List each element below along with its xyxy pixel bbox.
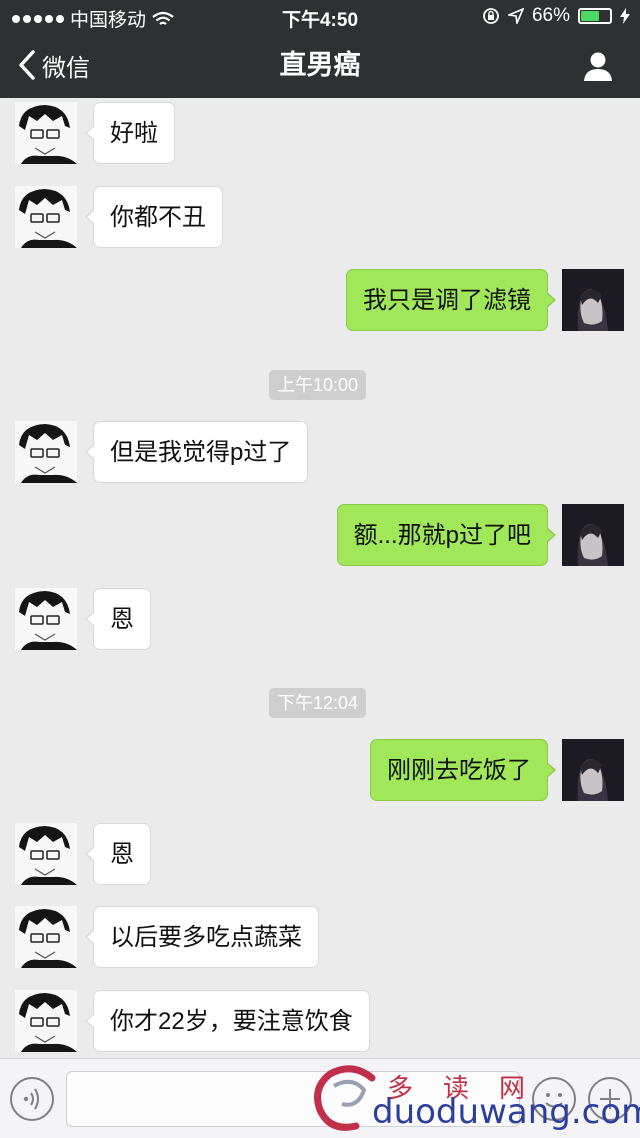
chat-title: 直男癌	[279, 50, 361, 80]
charging-icon	[620, 8, 630, 24]
emoji-button[interactable]	[532, 1077, 576, 1121]
contact-avatar[interactable]	[15, 990, 77, 1052]
navigation-bar: 微信 直男癌	[0, 32, 640, 98]
plus-icon	[600, 1089, 620, 1109]
contact-avatar[interactable]	[15, 588, 77, 650]
battery-icon	[578, 8, 612, 24]
message-timestamp: 下午12:04	[269, 688, 367, 718]
message-list[interactable]: 好啦 你都不丑 我只是调了滤镜 上午10:00 但是我觉得p过了 额...那就p…	[0, 98, 640, 1058]
voice-input-button[interactable]	[10, 1077, 54, 1121]
incoming-message[interactable]: 你才22岁，要注意饮食	[85, 990, 370, 1052]
location-icon	[507, 8, 524, 24]
incoming-message[interactable]: 恩	[85, 823, 151, 885]
battery-percentage: 66%	[531, 5, 570, 26]
incoming-message[interactable]: 以后要多吃点蔬菜	[85, 906, 319, 968]
emoji-icon	[545, 1093, 563, 1108]
orientation-lock-icon	[483, 8, 499, 24]
contact-avatar[interactable]	[15, 823, 77, 885]
outgoing-message[interactable]: 我只是调了滤镜	[346, 269, 556, 331]
back-button[interactable]: 微信	[18, 32, 90, 98]
incoming-message[interactable]: 好啦	[85, 102, 175, 164]
user-avatar[interactable]	[562, 739, 624, 801]
input-bar	[0, 1058, 640, 1138]
contact-avatar[interactable]	[15, 421, 77, 483]
incoming-message[interactable]: 你都不丑	[85, 186, 223, 248]
outgoing-message[interactable]: 额...那就p过了吧	[336, 504, 557, 566]
contact-avatar[interactable]	[15, 186, 77, 248]
contact-avatar[interactable]	[15, 102, 77, 164]
outgoing-message[interactable]: 刚刚去吃饭了	[370, 739, 556, 801]
chevron-left-icon	[19, 50, 35, 80]
voice-icon	[23, 1088, 39, 1110]
incoming-message[interactable]: 但是我觉得p过了	[84, 421, 309, 483]
profile-icon[interactable]	[582, 50, 614, 82]
message-input[interactable]	[66, 1071, 520, 1127]
user-avatar[interactable]	[562, 269, 624, 331]
message-timestamp: 上午10:00	[269, 370, 367, 400]
back-label: 微信	[42, 54, 90, 82]
incoming-message[interactable]: 恩	[85, 588, 151, 650]
status-bar: 中国移动 下午4:50 66%	[0, 0, 640, 32]
user-avatar[interactable]	[562, 504, 624, 566]
more-button[interactable]	[588, 1077, 632, 1121]
contact-avatar[interactable]	[15, 906, 77, 968]
